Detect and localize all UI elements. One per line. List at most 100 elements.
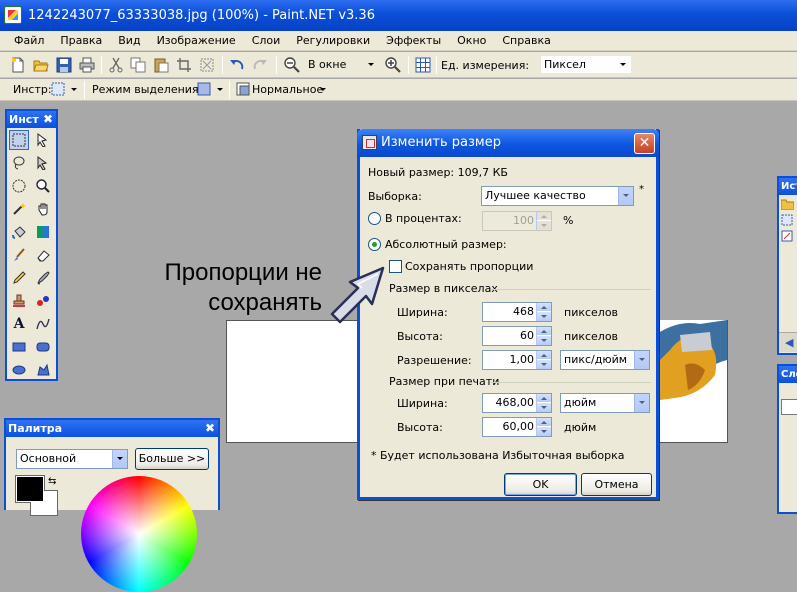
absolute-size-label[interactable]: Абсолютный размер: xyxy=(385,238,507,251)
color-picker-tool-icon[interactable] xyxy=(33,268,53,288)
maintain-aspect-ratio-label[interactable]: Сохранять пропорции xyxy=(405,260,533,273)
ellipse-tool-icon[interactable] xyxy=(9,360,29,380)
chevron-down-icon[interactable] xyxy=(112,450,127,468)
print-height-spinner[interactable] xyxy=(536,418,551,436)
copy-icon[interactable] xyxy=(130,57,146,73)
resolution-input[interactable]: 1,00 xyxy=(482,350,552,370)
by-percentage-radio[interactable] xyxy=(368,212,381,225)
zoom-in-icon[interactable] xyxy=(385,57,401,73)
menu-edit[interactable]: Правка xyxy=(52,31,110,51)
deselect-icon[interactable] xyxy=(199,57,215,73)
print-unit-select[interactable]: дюйм xyxy=(560,393,650,413)
menu-view[interactable]: Вид xyxy=(110,31,148,51)
selection-history-icon[interactable] xyxy=(781,214,794,226)
print-height-input[interactable]: 60,00 xyxy=(482,417,552,437)
chevron-down-icon[interactable] xyxy=(618,187,633,205)
resolution-spinner[interactable] xyxy=(536,351,551,369)
blend-mode-icon[interactable] xyxy=(236,82,250,96)
paintbrush-tool-icon[interactable] xyxy=(9,245,29,265)
resolution-label: Разрешение: xyxy=(397,354,472,367)
grid-icon[interactable] xyxy=(415,57,431,73)
gradient-tool-icon[interactable] xyxy=(33,222,53,242)
height-pixels-spinner[interactable] xyxy=(536,327,551,345)
line-curve-tool-icon[interactable] xyxy=(33,314,53,334)
resize-icon xyxy=(362,135,377,150)
redo-icon[interactable] xyxy=(252,57,268,73)
close-icon[interactable]: ✖ xyxy=(43,112,53,127)
menu-file[interactable]: Файл xyxy=(6,31,52,51)
history-panel-title: Ист xyxy=(779,178,797,195)
print-width-spinner[interactable] xyxy=(536,394,551,412)
by-percentage-label[interactable]: В процентах: xyxy=(385,212,462,225)
menu-layers[interactable]: Слои xyxy=(244,31,289,51)
menu-help[interactable]: Справка xyxy=(494,31,558,51)
maintain-aspect-ratio-checkbox[interactable] xyxy=(389,260,402,273)
percentage-spinner[interactable] xyxy=(536,212,551,230)
recolor-tool-icon[interactable] xyxy=(33,291,53,311)
new-document-icon[interactable] xyxy=(10,57,26,73)
primary-color-swatch-front[interactable] xyxy=(16,476,44,502)
width-pixels-input[interactable]: 468 xyxy=(482,302,552,322)
pan-tool-icon[interactable] xyxy=(33,199,53,219)
clone-stamp-tool-icon[interactable] xyxy=(9,291,29,311)
selection-mode-replace-icon[interactable] xyxy=(197,82,211,96)
folder-icon[interactable] xyxy=(781,198,794,210)
percentage-input[interactable]: 100 xyxy=(482,211,552,231)
rectangle-tool-icon[interactable] xyxy=(9,337,29,357)
cut-icon[interactable] xyxy=(108,57,124,73)
chevron-down-icon[interactable] xyxy=(634,351,649,369)
menu-window[interactable]: Окно xyxy=(449,31,494,51)
crop-to-selection-icon[interactable] xyxy=(176,57,192,73)
pencil-tool-icon[interactable] xyxy=(9,268,29,288)
palette-mode-combo[interactable]: Основной xyxy=(16,449,128,469)
rectangle-select-icon[interactable] xyxy=(51,82,65,96)
chevron-down-icon[interactable] xyxy=(71,88,77,91)
height-pixels-input[interactable]: 60 xyxy=(482,326,552,346)
chevron-down-icon[interactable] xyxy=(634,394,649,412)
zoom-out-icon[interactable] xyxy=(284,57,300,73)
print-width-input[interactable]: 468,00 xyxy=(482,393,552,413)
chevron-down-icon[interactable] xyxy=(320,88,326,91)
undo-icon[interactable] xyxy=(229,57,245,73)
chevron-down-icon[interactable] xyxy=(217,88,223,91)
resolution-unit-select[interactable]: пикс/дюйм xyxy=(560,350,650,370)
blend-mode-value[interactable]: Нормальное xyxy=(252,83,323,96)
units-combo[interactable]: Пиксел xyxy=(540,55,632,74)
text-tool-icon[interactable]: A xyxy=(9,314,29,334)
layer-thumbnail[interactable] xyxy=(781,399,797,415)
freeform-shape-tool-icon[interactable] xyxy=(33,360,53,380)
lasso-select-tool-icon[interactable] xyxy=(9,153,29,173)
chevron-down-icon[interactable] xyxy=(616,56,631,73)
move-selection-tool-icon[interactable] xyxy=(33,130,53,150)
menu-adjustments[interactable]: Регулировки xyxy=(288,31,378,51)
rectangle-select-tool-icon[interactable] xyxy=(9,130,29,150)
rewind-icon[interactable]: ◀ xyxy=(785,336,793,349)
zoom-tool-icon[interactable] xyxy=(33,176,53,196)
paint-bucket-tool-icon[interactable] xyxy=(9,222,29,242)
absolute-size-radio[interactable] xyxy=(368,238,381,251)
cancel-button[interactable]: Отмена xyxy=(581,473,652,496)
close-icon[interactable]: ✕ xyxy=(634,133,655,154)
color-wheel-saturation[interactable] xyxy=(81,476,197,592)
chevron-down-icon[interactable] xyxy=(364,56,379,73)
rounded-rectangle-tool-icon[interactable] xyxy=(33,337,53,357)
menu-effects[interactable]: Эффекты xyxy=(378,31,449,51)
paste-icon[interactable] xyxy=(153,57,169,73)
resampling-select[interactable]: Лучшее качество xyxy=(481,186,634,206)
move-selected-tool-icon[interactable] xyxy=(33,153,53,173)
resize-history-icon[interactable] xyxy=(781,230,794,242)
eraser-tool-icon[interactable] xyxy=(33,245,53,265)
swap-colors-icon[interactable]: ⇆ xyxy=(48,476,56,487)
close-icon[interactable]: ✖ xyxy=(205,421,215,436)
zoom-combo[interactable]: В окне xyxy=(304,55,380,74)
open-folder-icon[interactable] xyxy=(33,57,49,73)
print-icon[interactable] xyxy=(79,57,95,73)
save-icon[interactable] xyxy=(56,57,72,73)
units-label: Ед. измерения: xyxy=(441,59,530,72)
menu-image[interactable]: Изображение xyxy=(149,31,244,51)
ellipse-select-tool-icon[interactable] xyxy=(9,176,29,196)
ok-button[interactable]: OK xyxy=(504,473,577,496)
magic-wand-tool-icon[interactable] xyxy=(9,199,29,219)
width-pixels-spinner[interactable] xyxy=(536,303,551,321)
more-colors-button[interactable]: Больше >> xyxy=(135,448,209,470)
